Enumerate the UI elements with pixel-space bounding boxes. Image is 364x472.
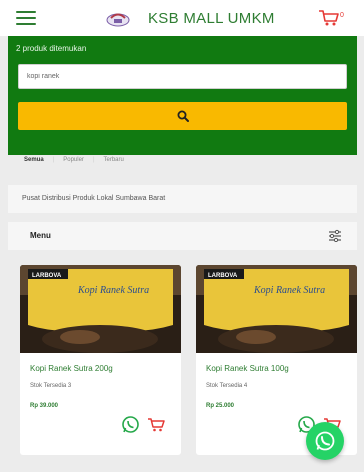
search-input[interactable] <box>18 64 347 89</box>
cart-count-badge: 0 <box>340 12 344 19</box>
package-badge-text: LARBOVA <box>208 273 238 279</box>
brand-logo <box>106 13 130 27</box>
whatsapp-icon <box>315 431 335 451</box>
top-bar: KSB MALL UMKM 0 <box>0 0 364 36</box>
tab-semua[interactable]: Semua <box>24 157 44 163</box>
menu-title: Menu <box>30 231 51 240</box>
product-stock: Stok Tersedia 4 <box>206 383 248 389</box>
product-price: Rp 25.000 <box>206 403 235 409</box>
package-label-text: Kopi Ranek Sutra <box>77 285 149 296</box>
search-button[interactable] <box>18 102 347 130</box>
whatsapp-icon[interactable] <box>121 415 140 434</box>
brand-name[interactable]: KSB MALL UMKM <box>148 10 275 27</box>
sort-tabs: Semua | Populer | Terbaru <box>24 154 124 166</box>
menu-header: Menu <box>8 222 357 250</box>
product-image: LARBOVA Kopi Ranek Sutra <box>196 265 357 353</box>
tab-divider: | <box>92 157 95 163</box>
product-price: Rp 39.000 <box>30 403 59 409</box>
cart-icon[interactable] <box>318 9 340 27</box>
product-card[interactable]: LARBOVA Kopi Ranek Sutra Kopi Ranek Sutr… <box>20 265 181 455</box>
product-stock: Stok Tersedia 3 <box>30 383 72 389</box>
search-panel: 2 produk ditemukan <box>8 36 357 155</box>
search-icon <box>177 110 189 122</box>
result-count-text: 2 produk ditemukan <box>16 44 87 53</box>
add-to-cart-icon[interactable] <box>147 417 165 433</box>
package-label-text: Kopi Ranek Sutra <box>253 285 325 296</box>
info-banner: Pusat Distribusi Produk Lokal Sumbawa Ba… <box>8 185 357 213</box>
info-text: Pusat Distribusi Produk Lokal Sumbawa Ba… <box>22 195 166 202</box>
tab-terbaru[interactable]: Terbaru <box>104 157 124 163</box>
whatsapp-chat-button[interactable] <box>306 422 344 460</box>
product-name[interactable]: Kopi Ranek Sutra 100g <box>206 364 289 373</box>
package-badge-text: LARBOVA <box>32 273 62 279</box>
tab-divider: | <box>52 157 55 163</box>
tab-populer[interactable]: Populer <box>63 157 84 163</box>
product-image: LARBOVA Kopi Ranek Sutra <box>20 265 181 353</box>
hamburger-menu-icon[interactable] <box>16 11 36 25</box>
product-name[interactable]: Kopi Ranek Sutra 200g <box>30 364 113 373</box>
filter-sliders-icon[interactable] <box>328 229 342 242</box>
